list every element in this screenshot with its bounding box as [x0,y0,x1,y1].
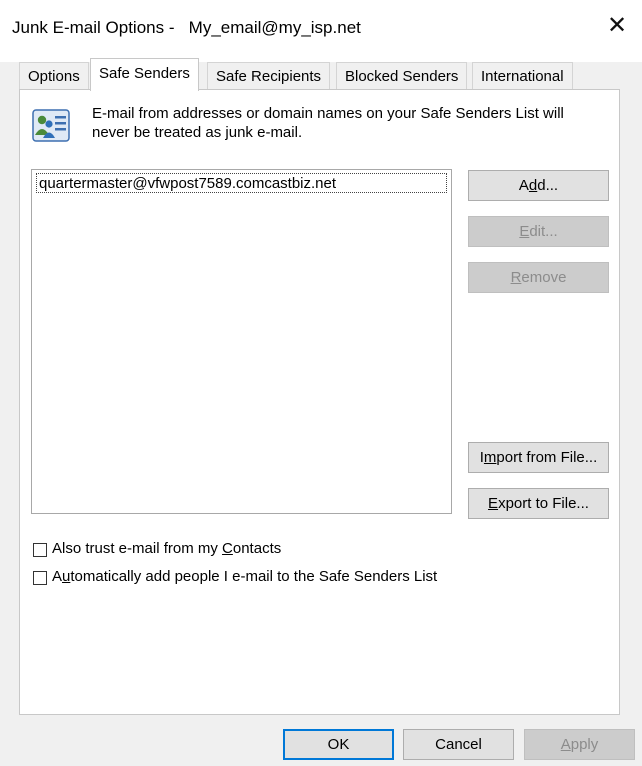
tab-safe-senders[interactable]: Safe Senders [90,58,199,91]
auto-add-label[interactable]: Automatically add people I e-mail to the… [52,568,437,585]
safe-senders-description: E-mail from addresses or domain names on… [92,105,564,141]
tab-options[interactable]: Options [19,62,89,89]
trust-contacts-checkbox[interactable] [33,543,47,557]
window-title: Junk E-mail Options - My_email@my_isp.ne… [12,18,361,37]
ok-button[interactable]: OK [283,729,394,760]
edit-button[interactable]: Edit... [468,216,609,247]
safe-senders-list[interactable] [31,169,452,514]
list-item[interactable]: quartermaster@vfwpost7589.comcastbiz.net [36,173,447,193]
add-button[interactable]: Add... [468,170,609,201]
apply-button[interactable]: Apply [524,729,635,760]
import-from-file-button[interactable]: Import from File... [468,442,609,473]
tab-international[interactable]: International [472,62,573,89]
close-icon[interactable]: ✕ [603,12,631,40]
address-book-icon [32,109,72,143]
export-to-file-button[interactable]: Export to File... [468,488,609,519]
cancel-button[interactable]: Cancel [403,729,514,760]
auto-add-checkbox[interactable] [33,571,47,585]
tab-safe-recipients[interactable]: Safe Recipients [207,62,331,89]
tab-blocked-senders[interactable]: Blocked Senders [336,62,468,89]
remove-button[interactable]: Remove [468,262,609,293]
trust-contacts-label[interactable]: Also trust e-mail from my Contacts [52,540,281,557]
